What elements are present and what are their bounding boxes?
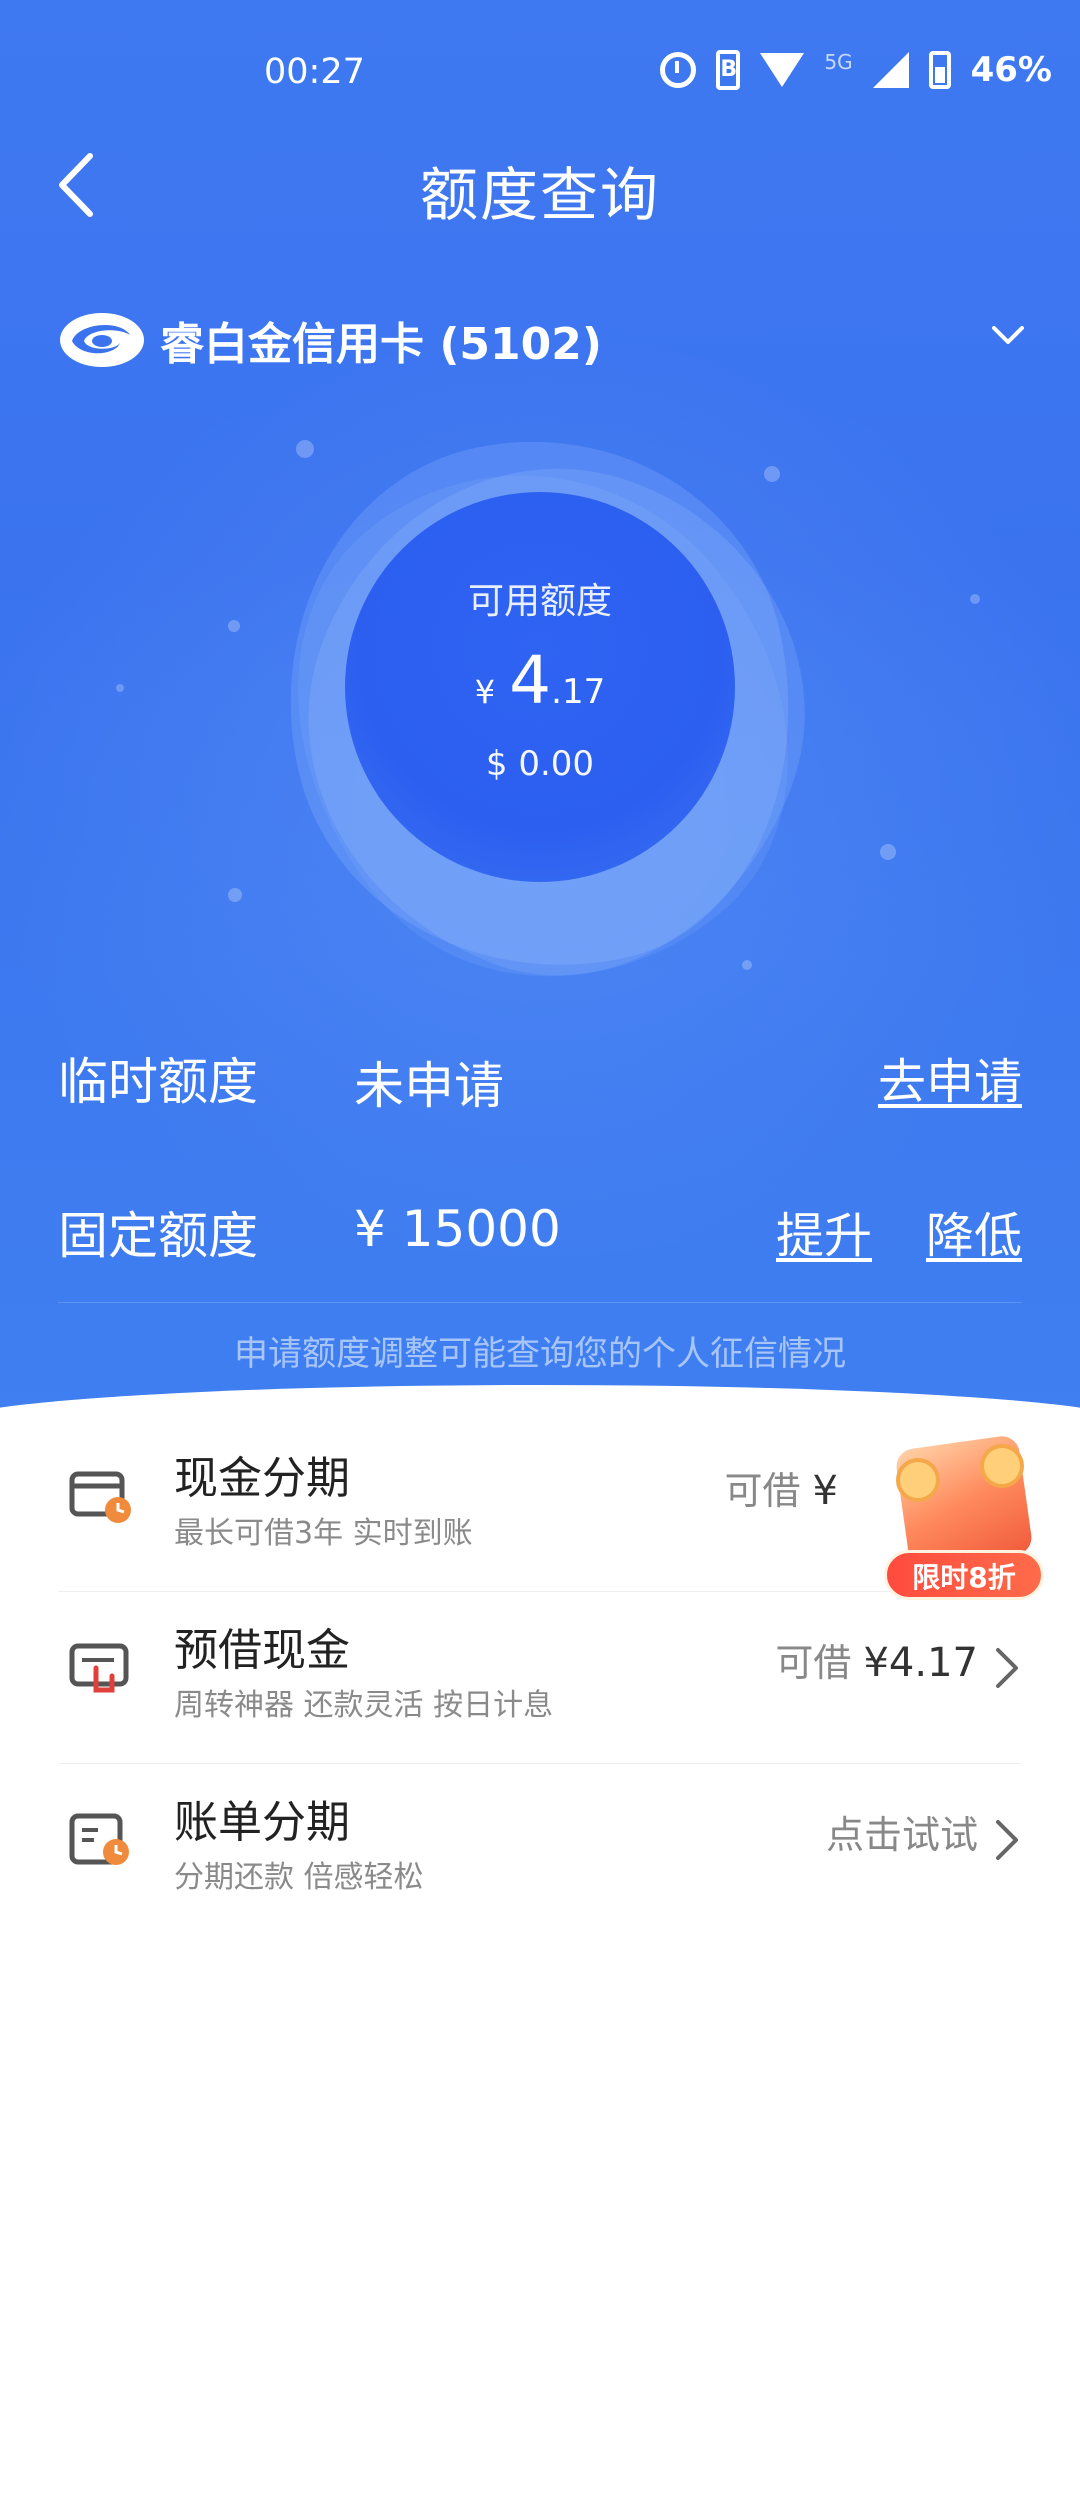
item-action-prefix: 点击试试 (825, 1813, 978, 1857)
network-type: 5G (824, 50, 853, 74)
credit-check-hint: 申请额度调整可能查询您的个人征信情况 (234, 1334, 846, 1374)
list-item-cash-advance[interactable]: 预借现金 周转神器 还款灵活 按日计息 可借 ¥4.17 (58, 1592, 1022, 1764)
item-action[interactable]: 点击试试 (826, 1804, 978, 1859)
available-limit-amount: ¥4.17 (345, 642, 735, 719)
item-title: 预借现金 (174, 1625, 350, 1676)
lower-limit-link[interactable]: 降低 (926, 1196, 1022, 1266)
amount-decimal: .17 (551, 672, 606, 712)
decor-dot (228, 620, 240, 632)
signal-icon (872, 52, 909, 88)
status-icons: B 5G 46% (660, 50, 1052, 90)
service-list: 现金分期 最长可借3年 实时到账 可借 ¥ 预借现金 周转神器 还款灵活 按日计… (58, 1420, 1022, 1936)
bill-installment-icon (69, 1813, 129, 1865)
item-action[interactable]: 可借 ¥ (724, 1460, 838, 1515)
fixed-limit-row: 固定额度 ¥ 15000 提升 降低 (58, 1196, 1022, 1276)
divider (58, 1302, 1022, 1303)
item-action[interactable]: 可借 ¥4.17 (775, 1632, 978, 1687)
available-limit-bubble: 可用额度 ¥4.17 $ 0.00 (192, 374, 888, 1076)
battery-icon (928, 51, 951, 89)
promo-label: 限时8折 (884, 1550, 1044, 1600)
list-item-cash-installment[interactable]: 现金分期 最长可借3年 实时到账 可借 ¥ (58, 1420, 1022, 1592)
currency-symbol: ¥ (474, 673, 496, 711)
item-action-prefix: 可借 (775, 1641, 852, 1685)
list-item-bill-installment[interactable]: 账单分期 分期还款 倍感轻松 点击试试 (58, 1764, 1022, 1936)
hd-icon: B (716, 50, 741, 90)
card-selector[interactable]: 睿白金信用卡 (5102) (58, 300, 1028, 380)
card-name: 睿白金信用卡 (5102) (160, 319, 602, 370)
item-action-amount: ¥ (812, 1468, 838, 1514)
chevron-down-icon[interactable] (988, 316, 1028, 356)
chevron-right-icon (996, 1648, 1018, 1688)
decor-dot (970, 594, 980, 604)
alarm-icon (660, 52, 697, 88)
cash-advance-icon (69, 1643, 129, 1693)
temp-limit-label: 临时额度 (58, 1053, 258, 1111)
page-title: 额度查询 (419, 161, 660, 229)
cash-installment-icon (69, 1471, 131, 1523)
bubble-core: 可用额度 ¥4.17 $ 0.00 (345, 492, 735, 882)
decor-dot (116, 684, 124, 692)
item-subtitle: 最长可借3年 实时到账 (174, 1516, 473, 1551)
screen: 00:27 B 5G 46% 额度查询 睿白金信用卡 (5102) 可用额度 ¥… (0, 0, 1080, 2520)
battery-percent: 46% (970, 50, 1052, 90)
apply-temp-limit-link[interactable]: 去申请 (878, 1042, 1022, 1112)
item-title: 现金分期 (174, 1453, 350, 1504)
fixed-limit-label: 固定额度 (58, 1207, 258, 1265)
bank-logo-icon (60, 313, 144, 367)
chevron-right-icon (996, 1820, 1018, 1860)
item-subtitle: 周转神器 还款灵活 按日计息 (174, 1688, 554, 1723)
amount-integer: 4 (509, 642, 552, 719)
item-title: 账单分期 (174, 1797, 350, 1848)
item-action-amount: ¥4.17 (863, 1640, 978, 1686)
coin-icon (896, 1458, 940, 1502)
available-limit-label: 可用额度 (467, 581, 612, 622)
decor-dot (228, 888, 242, 902)
raise-limit-link[interactable]: 提升 (776, 1196, 872, 1266)
decor-dot (880, 844, 896, 860)
temp-limit-value: 未申请 (354, 1057, 504, 1115)
temp-limit-row: 临时额度 未申请 去申请 (58, 1042, 1022, 1122)
wifi-icon (760, 53, 805, 87)
hero-wave-edge (0, 1385, 1080, 1420)
usd-limit: $ 0.00 (485, 744, 595, 784)
promo-badge[interactable]: 限时8折 (884, 1432, 1044, 1608)
fixed-limit-value: ¥ 15000 (354, 1200, 561, 1258)
item-subtitle: 分期还款 倍感轻松 (174, 1860, 424, 1895)
item-action-prefix: 可借 (724, 1469, 801, 1513)
coin-icon (980, 1444, 1024, 1488)
status-time: 00:27 (264, 52, 365, 92)
status-bar: 00:27 B 5G 46% (0, 0, 1080, 140)
